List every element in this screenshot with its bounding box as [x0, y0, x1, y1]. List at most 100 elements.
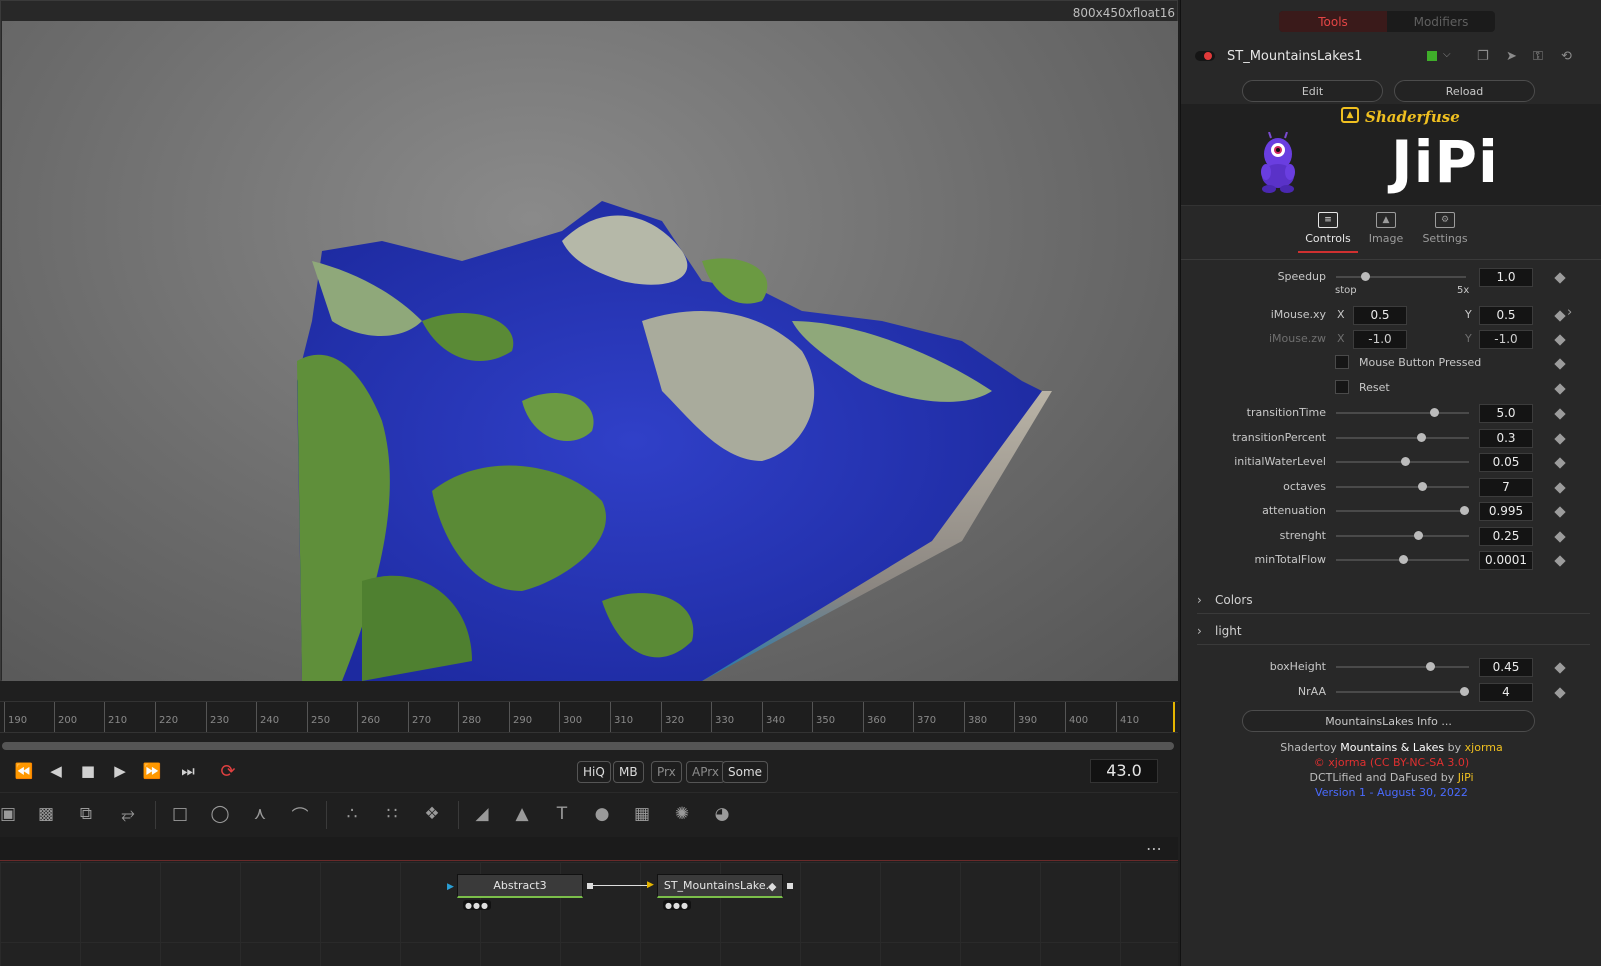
- output-port-icon[interactable]: [787, 883, 793, 889]
- auto-proxy-button[interactable]: APrx: [686, 761, 725, 783]
- tab-settings[interactable]: ⚙ Settings: [1414, 212, 1476, 245]
- mouse-button-checkbox[interactable]: [1335, 355, 1349, 369]
- keyframe-icon[interactable]: [1554, 272, 1566, 284]
- current-frame-field[interactable]: 43.0: [1090, 759, 1158, 783]
- attenuation-slider[interactable]: [1336, 506, 1469, 515]
- keyframe-icon[interactable]: [1554, 310, 1566, 322]
- license-line[interactable]: © xjorma (CC BY-NC-SA 3.0): [1181, 756, 1601, 769]
- renderer-3d-icon[interactable]: ◕: [710, 802, 734, 826]
- light-3d-icon[interactable]: ✺: [670, 802, 694, 826]
- keyframe-icon[interactable]: [1554, 358, 1566, 370]
- node-options-icon[interactable]: ●●●: [463, 900, 491, 910]
- background-tool-icon[interactable]: ▣: [0, 802, 20, 826]
- node-st-mountainslakes[interactable]: ST_MountainsLake...: [657, 874, 783, 898]
- section-light[interactable]: › light: [1197, 617, 1590, 645]
- transition-percent-slider[interactable]: [1336, 433, 1469, 442]
- more-options-icon[interactable]: ⋯: [1146, 839, 1162, 858]
- pin-icon[interactable]: ➤: [1506, 49, 1517, 64]
- reload-button[interactable]: Reload: [1394, 80, 1535, 102]
- transform-tool-icon[interactable]: ⥂: [116, 802, 140, 826]
- reset-icon[interactable]: ⟲: [1561, 49, 1572, 64]
- keyframe-icon[interactable]: [1554, 433, 1566, 445]
- strenght-value[interactable]: 0.25: [1479, 527, 1533, 546]
- keyframe-icon[interactable]: [1554, 662, 1566, 674]
- transition-percent-value[interactable]: 0.3: [1479, 429, 1533, 448]
- speedup-value[interactable]: 1.0: [1479, 268, 1533, 287]
- imouse-y-value[interactable]: 0.5: [1479, 306, 1533, 325]
- transition-time-slider[interactable]: [1336, 408, 1469, 417]
- input-port-icon[interactable]: ▶: [447, 882, 455, 892]
- min-total-flow-value[interactable]: 0.0001: [1479, 551, 1533, 570]
- tab-tools[interactable]: Tools: [1279, 11, 1387, 32]
- viewer[interactable]: 800x450xfloat16: [0, 0, 1178, 681]
- nraa-value[interactable]: 4: [1479, 683, 1533, 702]
- particle-render-icon[interactable]: ∷: [380, 802, 404, 826]
- slider-knob[interactable]: [1360, 272, 1370, 281]
- slider-knob[interactable]: [1414, 531, 1424, 540]
- tab-controls[interactable]: ≡ Controls: [1297, 212, 1359, 253]
- motion-blur-button[interactable]: MB: [613, 761, 644, 783]
- output-port-icon[interactable]: [587, 883, 593, 889]
- info-button[interactable]: MountainsLakes Info ...: [1242, 710, 1535, 732]
- keyframe-icon[interactable]: [1554, 555, 1566, 567]
- merge-3d-icon[interactable]: ●: [590, 802, 614, 826]
- slider-knob[interactable]: [1401, 457, 1411, 466]
- water-level-value[interactable]: 0.05: [1479, 453, 1533, 472]
- node-options-icon[interactable]: ●●●: [663, 900, 691, 910]
- tool-color-swatch[interactable]: [1427, 51, 1437, 61]
- fast-forward-icon[interactable]: ⏩: [140, 760, 164, 782]
- transition-time-value[interactable]: 5.0: [1479, 404, 1533, 423]
- slider-knob[interactable]: [1459, 687, 1469, 696]
- keyframe-icon[interactable]: [1554, 334, 1566, 346]
- imouse-w-value[interactable]: -1.0: [1479, 330, 1533, 349]
- range-scrollbar[interactable]: [2, 742, 1174, 750]
- nraa-slider[interactable]: [1336, 687, 1469, 696]
- input-port-icon[interactable]: ▶: [647, 880, 654, 890]
- chevron-right-icon[interactable]: ›: [1567, 305, 1572, 320]
- node-editor[interactable]: ▶ Abstract3 ●●● ▶ ST_MountainsLake... ◆ …: [0, 862, 1178, 966]
- node-abstract3[interactable]: Abstract3: [457, 874, 583, 898]
- rewind-icon[interactable]: ⏪: [12, 760, 36, 782]
- proxy-button[interactable]: Prx: [651, 761, 682, 783]
- author-link[interactable]: xjorma: [1465, 741, 1503, 754]
- version-line[interactable]: Version 1 - August 30, 2022: [1181, 786, 1601, 799]
- tool-enable-toggle[interactable]: [1195, 51, 1215, 61]
- octaves-value[interactable]: 7: [1479, 478, 1533, 497]
- playhead[interactable]: [1173, 702, 1175, 732]
- step-back-icon[interactable]: ◀: [44, 760, 68, 782]
- tab-image[interactable]: ▲ Image: [1355, 212, 1417, 245]
- slider-knob[interactable]: [1398, 555, 1408, 564]
- slider-knob[interactable]: [1426, 662, 1436, 671]
- slider-knob[interactable]: [1417, 433, 1427, 442]
- imouse-z-value[interactable]: -1.0: [1353, 330, 1407, 349]
- water-level-slider[interactable]: [1336, 457, 1469, 466]
- go-to-end-icon[interactable]: ⏭: [176, 760, 200, 782]
- keyframe-icon[interactable]: [1554, 506, 1566, 518]
- rectangle-mask-icon[interactable]: □: [168, 802, 192, 826]
- slider-knob[interactable]: [1430, 408, 1440, 417]
- octaves-slider[interactable]: [1336, 482, 1469, 491]
- keyframe-icon[interactable]: [1554, 408, 1566, 420]
- bspline-mask-icon[interactable]: ⌒: [288, 802, 312, 827]
- shader-link[interactable]: Mountains & Lakes: [1340, 741, 1444, 754]
- ellipse-mask-icon[interactable]: ◯: [208, 802, 232, 826]
- min-total-flow-slider[interactable]: [1336, 555, 1469, 564]
- strenght-slider[interactable]: [1336, 531, 1469, 540]
- time-ruler[interactable]: 190 200 210 220 230 240 250 260 270 280 …: [0, 701, 1178, 733]
- polygon-mask-icon[interactable]: ⋏: [248, 802, 272, 826]
- image-plane-3d-icon[interactable]: ◢: [470, 802, 494, 826]
- lock-icon[interactable]: ⚿: [1533, 49, 1543, 64]
- tab-modifiers[interactable]: Modifiers: [1387, 11, 1495, 32]
- camera-3d-icon[interactable]: ▦: [630, 802, 654, 826]
- attenuation-value[interactable]: 0.995: [1479, 502, 1533, 521]
- particle-emitter-icon[interactable]: ∴: [340, 802, 364, 826]
- slider-knob[interactable]: [1418, 482, 1428, 491]
- loader-tool-icon[interactable]: ▩: [34, 802, 58, 826]
- keyframe-icon[interactable]: [1554, 457, 1566, 469]
- edit-button[interactable]: Edit: [1242, 80, 1383, 102]
- imouse-x-value[interactable]: 0.5: [1353, 306, 1407, 325]
- windows-icon[interactable]: ❐: [1477, 49, 1489, 64]
- box-height-value[interactable]: 0.45: [1479, 658, 1533, 677]
- slider-knob[interactable]: [1459, 506, 1469, 515]
- jipi-link[interactable]: JiPi: [1458, 771, 1474, 784]
